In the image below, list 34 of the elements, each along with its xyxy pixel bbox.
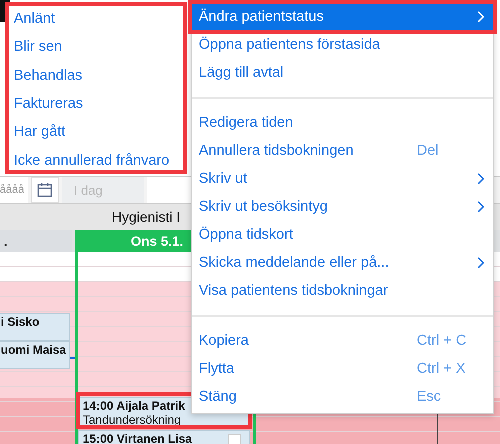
submenu-item[interactable]: Blir sen xyxy=(14,33,178,62)
submenu-item[interactable]: Faktureras xyxy=(14,90,178,118)
appointment-title: 15:00 Virtanen Lisa xyxy=(83,432,194,444)
menu-item[interactable]: Annullera tidsbokningen Del xyxy=(192,137,493,165)
calendar-button[interactable] xyxy=(31,177,59,203)
submenu-item[interactable]: Anlänt xyxy=(14,5,178,34)
appointment-card[interactable]: i Sisko xyxy=(0,313,70,341)
menu-item[interactable]: Visa patientens tidsbokningar xyxy=(192,277,493,305)
menu-item[interactable]: Kopiera Ctrl + C xyxy=(192,327,493,355)
menu-item[interactable]: Redigera tiden xyxy=(192,109,493,137)
appointment-title: uomi Maisa xyxy=(1,343,65,358)
menu-item[interactable]: Skicka meddelande eller på... xyxy=(192,249,493,277)
appointment-checkbox[interactable] xyxy=(228,434,241,444)
chevron-right-icon xyxy=(477,257,485,269)
chevron-right-icon xyxy=(477,201,485,213)
chevron-right-icon xyxy=(477,173,485,185)
resource-title: Hygienisti I xyxy=(112,209,180,225)
appointment-card[interactable]: 15:00 Virtanen Lisa xyxy=(78,430,250,444)
day-column-header[interactable]: . xyxy=(0,230,72,252)
chevron-right-icon xyxy=(477,11,485,23)
menu-item[interactable]: Lägg till avtal xyxy=(192,59,493,87)
appointment-title: i Sisko xyxy=(1,315,41,330)
submenu-item[interactable]: Behandlas xyxy=(14,62,178,90)
menu-item[interactable]: Skriv ut besöksintyg xyxy=(192,193,493,221)
calendar-icon xyxy=(37,182,53,198)
date-field[interactable]: åååå xyxy=(0,177,28,203)
menu-item[interactable]: Öppna patientens förstasida xyxy=(192,31,493,59)
appointment-card[interactable]: uomi Maisa xyxy=(0,341,70,369)
menu-item[interactable]: Flytta Ctrl + X xyxy=(192,355,493,383)
appointment-title: 14:00 Aijala Patrik xyxy=(83,399,186,414)
submenu-item[interactable]: Icke annullerad frånvaro xyxy=(14,146,178,175)
submenu-item[interactable]: Har gått xyxy=(14,118,178,146)
menu-item[interactable]: Skriv ut xyxy=(192,165,493,193)
appointment-type: Tandundersökning xyxy=(83,414,182,426)
